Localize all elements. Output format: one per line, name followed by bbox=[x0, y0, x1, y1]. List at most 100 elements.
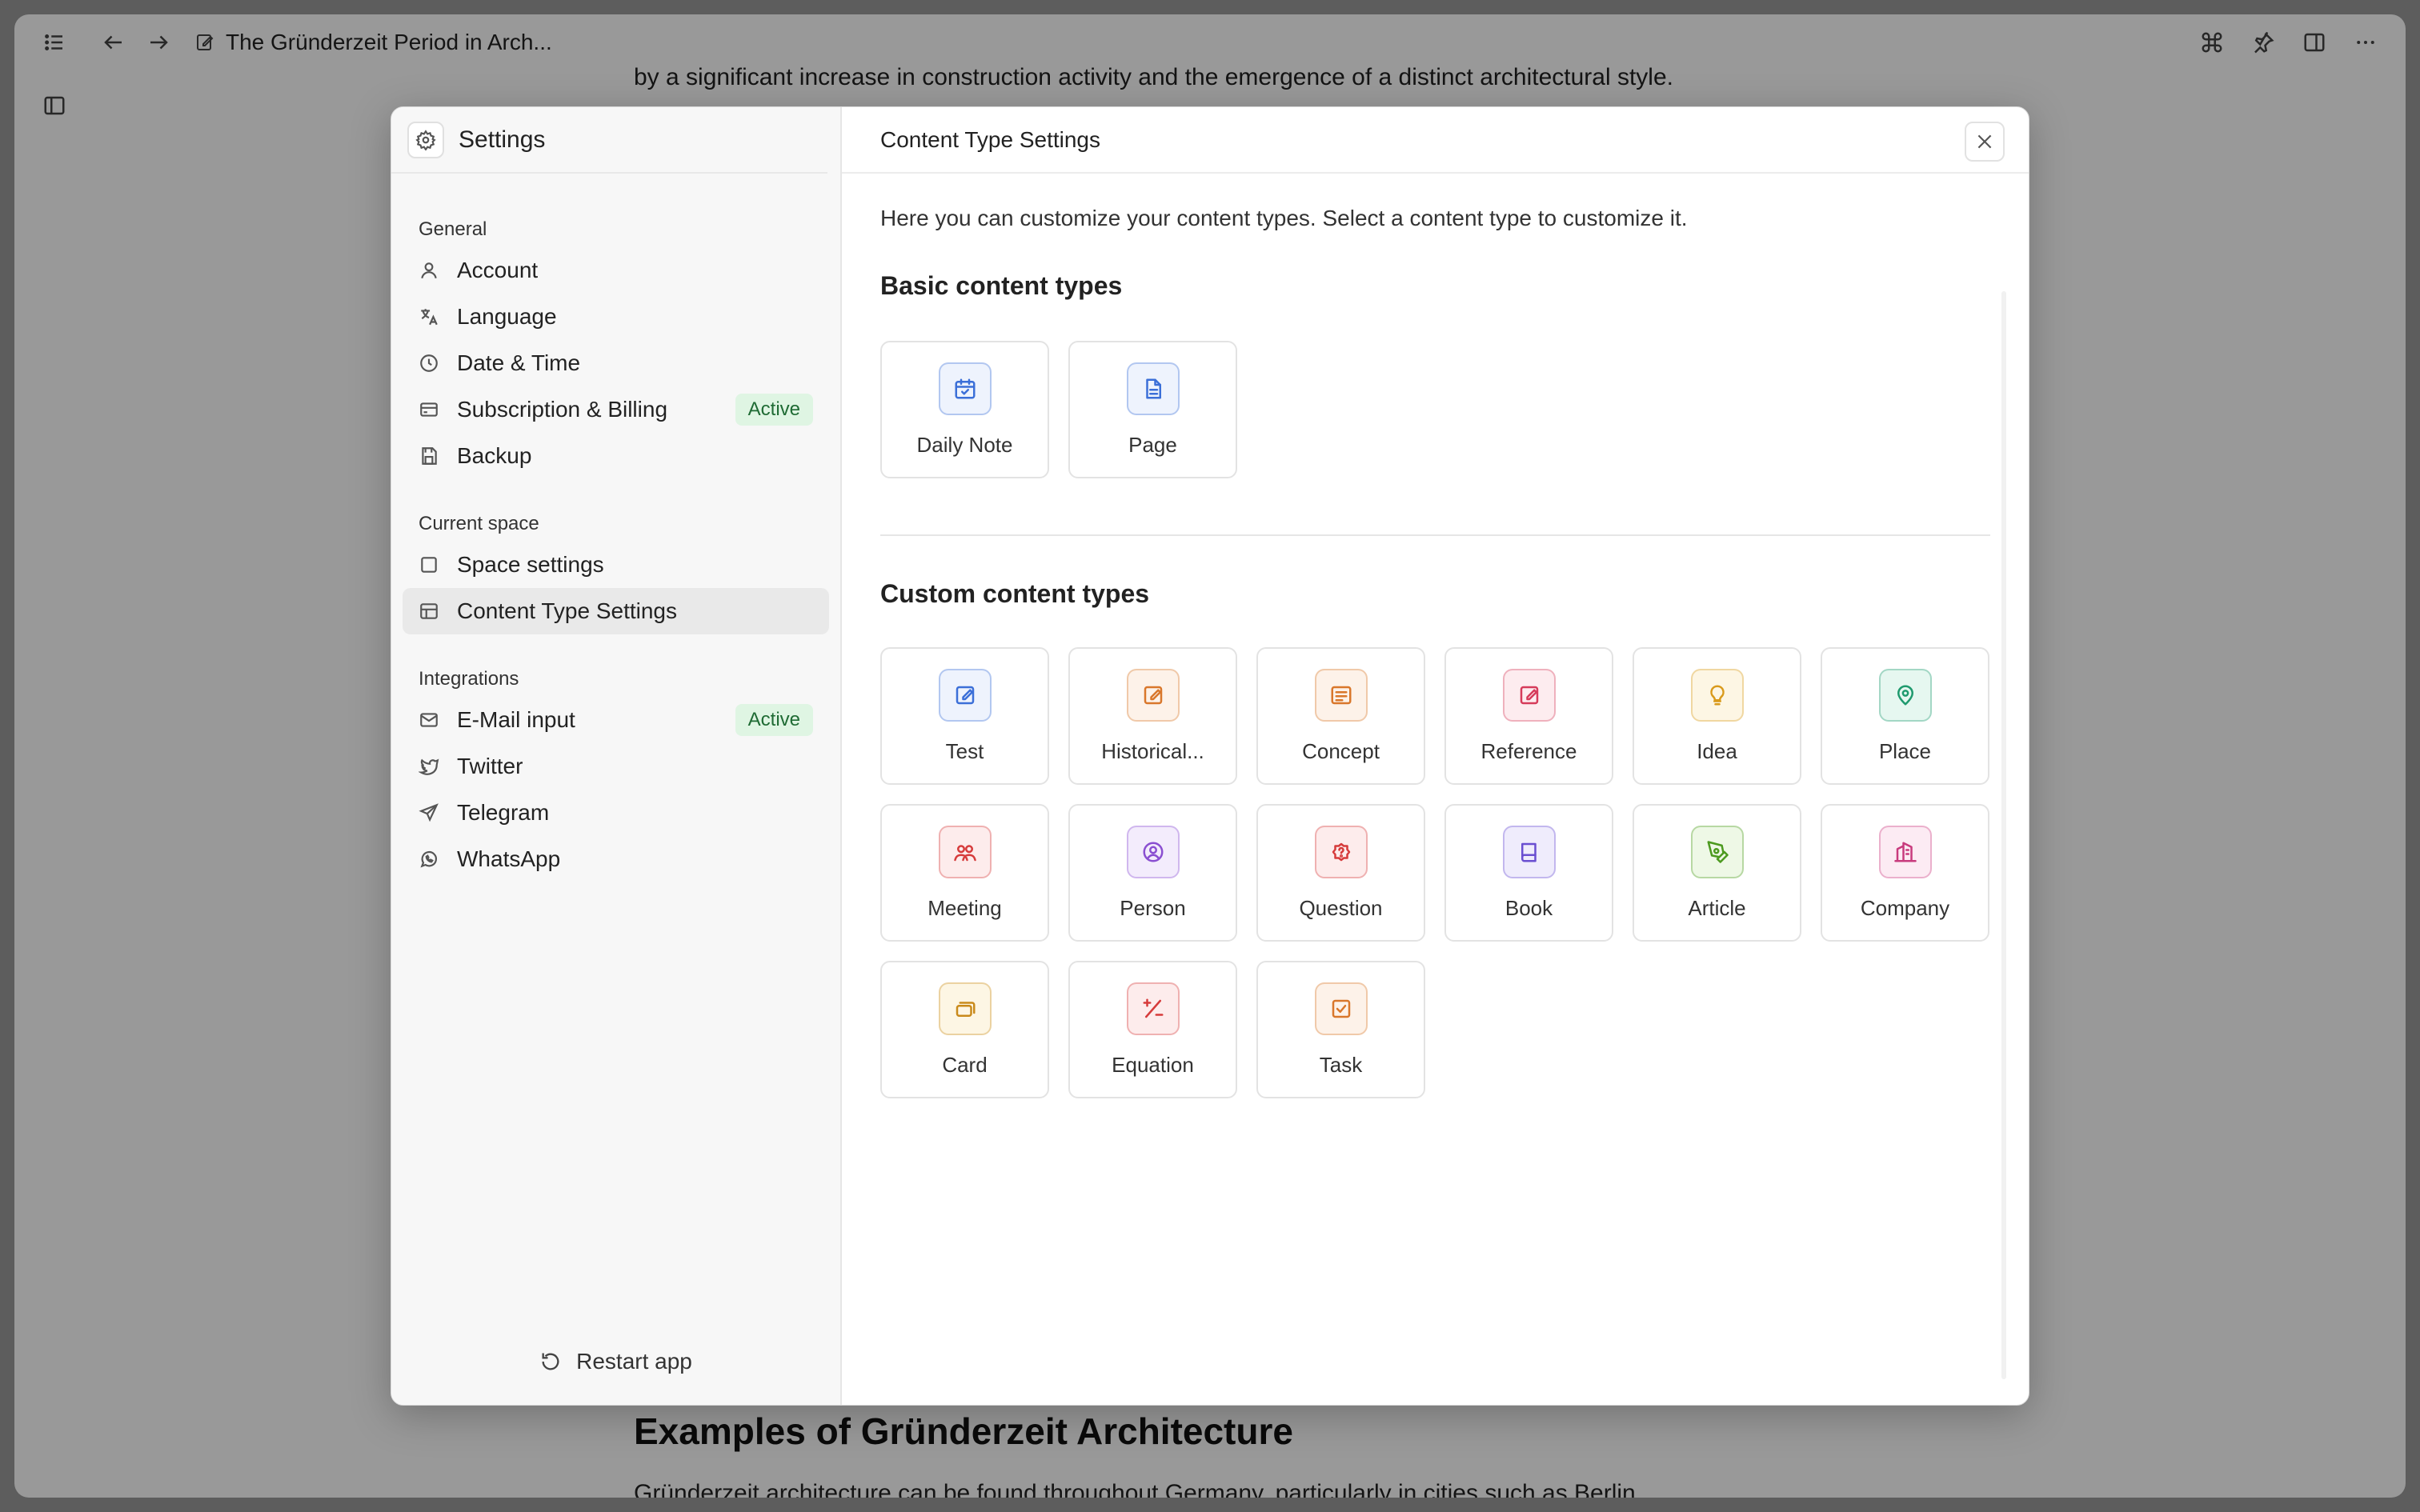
content-type-card[interactable]: Book bbox=[1444, 804, 1613, 942]
edit-icon bbox=[1126, 668, 1180, 722]
mail-icon bbox=[419, 710, 439, 730]
content-type-card[interactable]: Test bbox=[880, 647, 1049, 785]
square-icon bbox=[419, 554, 439, 575]
section-current-space: Current space bbox=[419, 513, 539, 534]
content-type-label: Company bbox=[1860, 895, 1950, 920]
close-button[interactable] bbox=[1965, 122, 2005, 162]
cards-icon bbox=[938, 982, 992, 1035]
sidebar-item-label: Space settings bbox=[457, 552, 604, 577]
content-type-card[interactable]: Reference bbox=[1444, 647, 1613, 785]
content-type-label: Concept bbox=[1302, 738, 1380, 763]
content-type-card[interactable]: Article bbox=[1633, 804, 1801, 942]
section-integrations: Integrations bbox=[419, 668, 519, 690]
sidebar-item-label: Subscription & Billing bbox=[457, 397, 668, 422]
clock-icon bbox=[419, 353, 439, 374]
building-icon bbox=[1878, 825, 1932, 878]
divider bbox=[880, 534, 1990, 536]
content-type-card[interactable]: Meeting bbox=[880, 804, 1049, 942]
credit-card-icon bbox=[419, 399, 439, 420]
sidebar-item-space-settings[interactable]: Space settings bbox=[403, 542, 829, 588]
edit-icon bbox=[938, 668, 992, 722]
content-type-label: Reference bbox=[1480, 738, 1577, 763]
close-icon bbox=[1977, 134, 1992, 149]
gear-icon bbox=[407, 121, 444, 158]
scrollbar[interactable] bbox=[2001, 291, 2006, 1379]
sidebar-item-label: Telegram bbox=[457, 800, 550, 825]
calendar-check-icon bbox=[938, 362, 992, 415]
save-icon bbox=[419, 446, 439, 466]
custom-content-types-grid: Test Historical... Concept Reference Idea Pla… bbox=[880, 647, 1990, 1098]
list-box-icon bbox=[1314, 668, 1368, 722]
settings-modal: Settings General Account Language Date &… bbox=[391, 106, 2029, 1406]
whatsapp-icon bbox=[419, 849, 439, 870]
translate-icon bbox=[419, 306, 439, 327]
content-type-card[interactable]: Page bbox=[1068, 341, 1237, 478]
content-type-label: Page bbox=[1128, 432, 1177, 457]
panel-title: Content Type Settings bbox=[842, 107, 2029, 174]
content-type-card[interactable]: Historical... bbox=[1068, 647, 1237, 785]
sidebar-item-twitter[interactable]: Twitter bbox=[403, 743, 829, 790]
content-type-label: Idea bbox=[1697, 738, 1737, 763]
file-text-icon bbox=[1126, 362, 1180, 415]
send-icon bbox=[419, 802, 439, 823]
content-type-label: Historical... bbox=[1101, 738, 1204, 763]
content-type-card[interactable]: Task bbox=[1256, 961, 1425, 1098]
plus-minus-icon bbox=[1126, 982, 1180, 1035]
check-square-icon bbox=[1314, 982, 1368, 1035]
settings-sidebar: Settings General Account Language Date &… bbox=[391, 107, 842, 1405]
sidebar-item-label: Twitter bbox=[457, 754, 523, 778]
content-type-label: Task bbox=[1319, 1052, 1363, 1077]
lightbulb-icon bbox=[1690, 668, 1744, 722]
content-type-card[interactable]: Place bbox=[1821, 647, 1989, 785]
sidebar-item-backup[interactable]: Backup bbox=[403, 433, 829, 479]
help-circle-icon bbox=[1314, 825, 1368, 878]
settings-title: Settings bbox=[459, 126, 546, 153]
edit-icon bbox=[1502, 668, 1556, 722]
sidebar-item-account[interactable]: Account bbox=[403, 247, 829, 294]
content-type-card[interactable]: Question bbox=[1256, 804, 1425, 942]
sidebar-item-email-input[interactable]: E-Mail input Active bbox=[403, 697, 829, 743]
content-type-label: Person bbox=[1120, 895, 1186, 920]
content-type-card[interactable]: Idea bbox=[1633, 647, 1801, 785]
content-type-card[interactable]: Company bbox=[1821, 804, 1989, 942]
table-icon bbox=[419, 601, 439, 622]
status-badge: Active bbox=[735, 704, 813, 736]
content-type-label: Article bbox=[1688, 895, 1746, 920]
content-type-settings-panel: Content Type Settings Here you can custo… bbox=[842, 107, 2029, 1405]
intro-text: Here you can customize your content type… bbox=[880, 206, 1688, 230]
restart-icon bbox=[542, 1353, 559, 1370]
sidebar-item-telegram[interactable]: Telegram bbox=[403, 790, 829, 836]
sidebar-item-label: WhatsApp bbox=[457, 846, 561, 871]
users-icon bbox=[938, 825, 992, 878]
sidebar-item-date-time[interactable]: Date & Time bbox=[403, 340, 829, 386]
sidebar-item-label: Account bbox=[457, 258, 539, 282]
content-type-card[interactable]: Concept bbox=[1256, 647, 1425, 785]
content-type-label: Meeting bbox=[928, 895, 1002, 920]
twitter-icon bbox=[419, 756, 439, 777]
restart-label: Restart app bbox=[576, 1349, 692, 1374]
sidebar-item-content-type-settings[interactable]: Content Type Settings bbox=[403, 588, 829, 634]
content-type-label: Test bbox=[945, 738, 984, 763]
sidebar-item-subscription[interactable]: Subscription & Billing Active bbox=[403, 386, 829, 433]
content-type-card[interactable]: Equation bbox=[1068, 961, 1237, 1098]
content-type-card[interactable]: Person bbox=[1068, 804, 1237, 942]
content-type-label: Question bbox=[1299, 895, 1383, 920]
sidebar-item-label: Backup bbox=[457, 443, 532, 468]
content-type-label: Daily Note bbox=[916, 432, 1013, 457]
sidebar-item-whatsapp[interactable]: WhatsApp bbox=[403, 836, 829, 882]
sidebar-item-label: E-Mail input bbox=[457, 707, 575, 732]
content-type-card[interactable]: Card bbox=[880, 961, 1049, 1098]
pen-tool-icon bbox=[1690, 825, 1744, 878]
sidebar-item-label: Date & Time bbox=[457, 350, 581, 375]
content-type-label: Card bbox=[942, 1052, 988, 1077]
sidebar-item-language[interactable]: Language bbox=[403, 294, 829, 340]
sidebar-item-label: Content Type Settings bbox=[457, 598, 677, 623]
status-badge: Active bbox=[735, 394, 813, 426]
content-type-label: Book bbox=[1504, 895, 1553, 920]
book-icon bbox=[1502, 825, 1556, 878]
basic-content-types-grid: Daily Note Page bbox=[880, 341, 1990, 478]
restart-app-button[interactable]: Restart app bbox=[391, 1349, 840, 1374]
content-type-card[interactable]: Daily Note bbox=[880, 341, 1049, 478]
user-circle-icon bbox=[1126, 825, 1180, 878]
settings-header: Settings bbox=[391, 107, 827, 174]
